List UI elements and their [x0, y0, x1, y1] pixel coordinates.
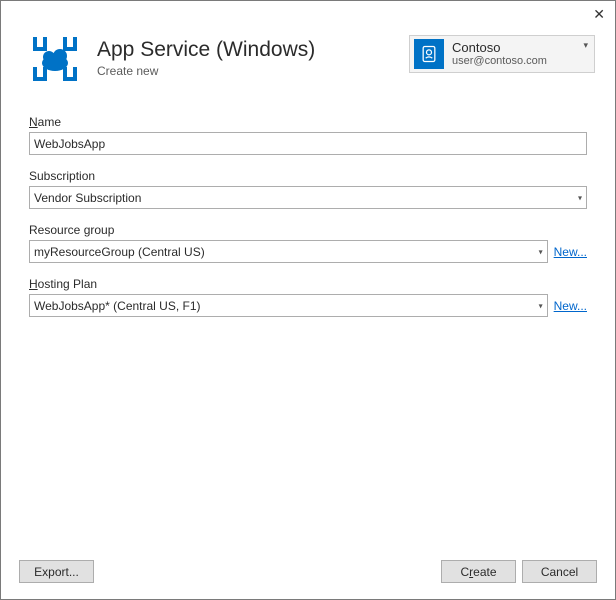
- chevron-down-icon: ▾: [539, 301, 543, 310]
- account-badge-icon: [414, 39, 444, 69]
- dialog-title: App Service (Windows): [97, 37, 409, 62]
- button-bar: Export... Create Cancel: [1, 548, 615, 599]
- hosting-plan-value: WebJobsApp* (Central US, F1): [34, 299, 201, 313]
- subscription-label: Subscription: [29, 169, 587, 183]
- account-text: Contoso user@contoso.com: [452, 40, 547, 69]
- name-label: Name: [29, 115, 587, 129]
- titlebar: ✕: [1, 1, 615, 21]
- close-icon[interactable]: ✕: [593, 7, 605, 21]
- app-service-dialog: ✕ App Service (Windows) Create new: [0, 0, 616, 600]
- chevron-down-icon: ▾: [583, 40, 588, 51]
- hosting-plan-new-link[interactable]: New...: [554, 299, 587, 313]
- app-service-icon: [29, 33, 81, 85]
- resource-group-label: Resource group: [29, 223, 587, 237]
- header-text: App Service (Windows) Create new: [97, 33, 409, 78]
- name-input[interactable]: [29, 132, 587, 155]
- dialog-subtitle: Create new: [97, 64, 409, 78]
- account-name: Contoso: [452, 40, 547, 56]
- cancel-button[interactable]: Cancel: [522, 560, 597, 583]
- subscription-select[interactable]: Vendor Subscription ▾: [29, 186, 587, 209]
- chevron-down-icon: ▾: [578, 193, 582, 202]
- hosting-plan-label: Hosting Plan: [29, 277, 587, 291]
- resource-group-value: myResourceGroup (Central US): [34, 245, 205, 259]
- create-button[interactable]: Create: [441, 560, 516, 583]
- account-email: user@contoso.com: [452, 55, 547, 68]
- field-subscription: Subscription Vendor Subscription ▾: [29, 169, 587, 209]
- dialog-header: App Service (Windows) Create new Contoso…: [1, 21, 615, 105]
- hosting-plan-select[interactable]: WebJobsApp* (Central US, F1) ▾: [29, 294, 548, 317]
- export-button[interactable]: Export...: [19, 560, 94, 583]
- chevron-down-icon: ▾: [539, 247, 543, 256]
- form-area: Name Subscription Vendor Subscription ▾ …: [1, 105, 615, 341]
- field-name: Name: [29, 115, 587, 155]
- field-hosting-plan: Hosting Plan WebJobsApp* (Central US, F1…: [29, 277, 587, 317]
- subscription-value: Vendor Subscription: [34, 191, 141, 205]
- field-resource-group: Resource group myResourceGroup (Central …: [29, 223, 587, 263]
- resource-group-select[interactable]: myResourceGroup (Central US) ▾: [29, 240, 548, 263]
- resource-group-new-link[interactable]: New...: [554, 245, 587, 259]
- account-selector[interactable]: Contoso user@contoso.com ▾: [409, 35, 595, 73]
